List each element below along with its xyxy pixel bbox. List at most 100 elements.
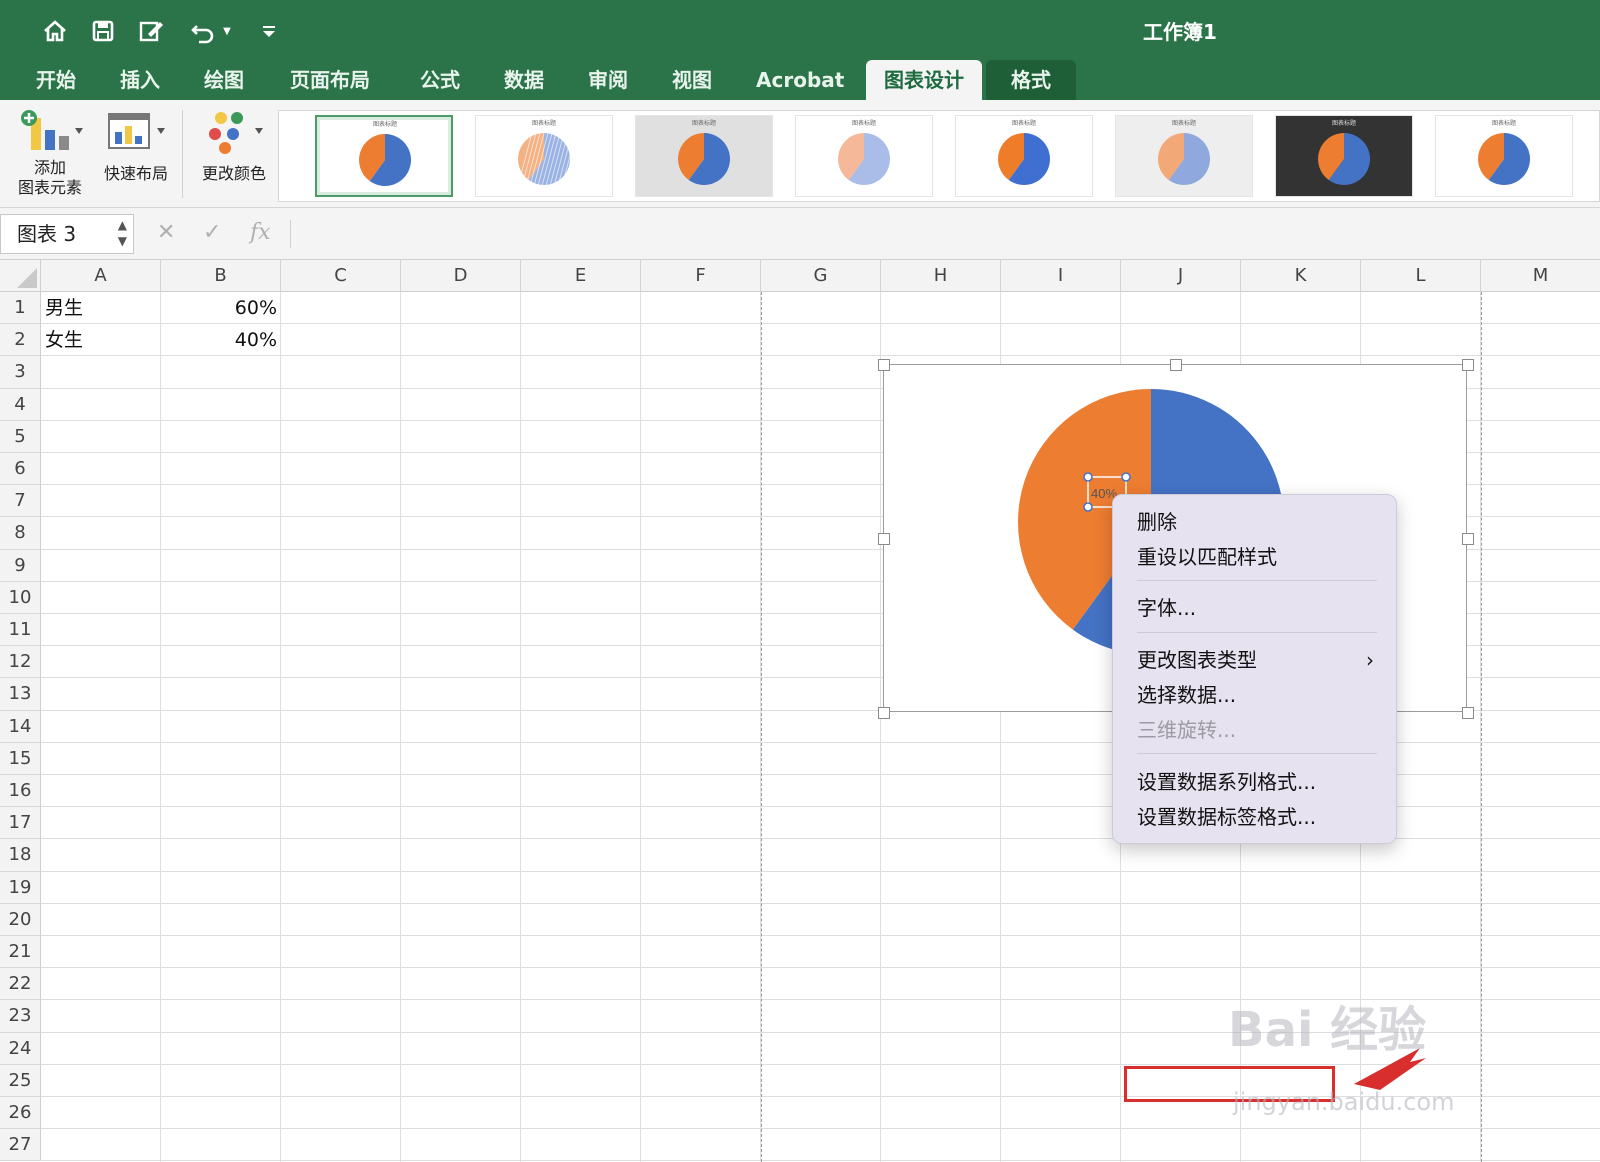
tab-insert[interactable]: 插入 <box>102 60 178 100</box>
column-header-B[interactable]: B <box>161 260 281 292</box>
row-header-5[interactable]: 5 <box>0 420 41 453</box>
row-header-13[interactable]: 13 <box>0 678 41 711</box>
column-header-K[interactable]: K <box>1241 260 1361 292</box>
column-header-H[interactable]: H <box>881 260 1001 292</box>
thumbnail-title: 图表标题 <box>1012 119 1036 127</box>
label-handle[interactable] <box>1083 502 1093 512</box>
tab-data[interactable]: 数据 <box>486 60 562 100</box>
chart-style-thumbnail-6[interactable]: 图表标题 <box>1115 115 1253 197</box>
customize-icon[interactable] <box>252 14 286 48</box>
row-header-26[interactable]: 26 <box>0 1097 41 1130</box>
add-chart-element-button[interactable]: 添加 图表元素 <box>12 108 88 198</box>
chart-resize-handle[interactable] <box>878 359 890 371</box>
tab-format[interactable]: 格式 <box>986 60 1076 100</box>
row-header-20[interactable]: 20 <box>0 903 41 936</box>
tab-page-layout[interactable]: 页面布局 <box>272 60 388 100</box>
row-header-11[interactable]: 11 <box>0 614 41 647</box>
label-handle[interactable] <box>1121 472 1131 482</box>
row-header-1[interactable]: 1 <box>0 292 41 325</box>
column-header-G[interactable]: G <box>761 260 881 292</box>
row-header-25[interactable]: 25 <box>0 1064 41 1097</box>
name-box[interactable]: 图表 3 ▲ ▼ <box>0 214 134 254</box>
tab-formulas[interactable]: 公式 <box>402 60 478 100</box>
menu-item-delete[interactable]: 删除 <box>1137 507 1177 537</box>
column-header-C[interactable]: C <box>281 260 401 292</box>
change-colors-button[interactable]: 更改颜色 <box>194 108 274 184</box>
cell-B1[interactable]: 60% <box>161 292 277 324</box>
enter-icon[interactable]: ✓ <box>203 220 221 245</box>
menu-item-reset-style[interactable]: 重设以匹配样式 <box>1137 542 1277 572</box>
select-all-corner[interactable] <box>0 260 41 292</box>
row-header-17[interactable]: 17 <box>0 807 41 840</box>
row-header-22[interactable]: 22 <box>0 968 41 1001</box>
row-header-9[interactable]: 9 <box>0 549 41 582</box>
row-header-3[interactable]: 3 <box>0 356 41 389</box>
menu-item-format-data-series[interactable]: 设置数据系列格式... <box>1137 767 1316 797</box>
chart-resize-handle[interactable] <box>1462 359 1474 371</box>
row-header-27[interactable]: 27 <box>0 1129 41 1162</box>
row-header-6[interactable]: 6 <box>0 453 41 486</box>
edit-icon[interactable] <box>134 14 168 48</box>
chart-resize-handle[interactable] <box>1462 707 1474 719</box>
cell-A1[interactable]: 男生 <box>45 292 159 324</box>
chart-resize-handle[interactable] <box>878 533 890 545</box>
column-header-E[interactable]: E <box>521 260 641 292</box>
column-header-J[interactable]: J <box>1121 260 1241 292</box>
menu-item-format-data-labels[interactable]: 设置数据标签格式... <box>1137 802 1316 832</box>
column-header-M[interactable]: M <box>1481 260 1600 292</box>
cell-B2[interactable]: 40% <box>161 324 277 356</box>
chart-style-thumbnail-3[interactable]: 图表标题 <box>635 115 773 197</box>
chart-style-thumbnail-2[interactable]: 图表标题 <box>475 115 613 197</box>
undo-dropdown-icon[interactable]: ▼ <box>223 26 231 37</box>
chart-resize-handle[interactable] <box>1170 359 1182 371</box>
chart-style-thumbnail-1[interactable]: 图表标题 <box>315 115 453 197</box>
tab-home[interactable]: 开始 <box>18 60 94 100</box>
chart-style-thumbnail-8[interactable]: 图表标题 <box>1435 115 1573 197</box>
tab-acrobat[interactable]: Acrobat <box>738 60 862 100</box>
column-header-L[interactable]: L <box>1361 260 1481 292</box>
column-header-A[interactable]: A <box>41 260 161 292</box>
thumbnail-title: 图表标题 <box>532 119 556 127</box>
column-header-I[interactable]: I <box>1001 260 1121 292</box>
cell-A2[interactable]: 女生 <box>45 324 159 356</box>
column-header-D[interactable]: D <box>401 260 521 292</box>
row-header-24[interactable]: 24 <box>0 1032 41 1065</box>
chart-resize-handle[interactable] <box>878 707 890 719</box>
row-header-23[interactable]: 23 <box>0 1000 41 1033</box>
tab-chart-design[interactable]: 图表设计 <box>866 60 982 100</box>
row-header-12[interactable]: 12 <box>0 646 41 679</box>
add-chart-element-icon <box>21 110 83 150</box>
tab-draw[interactable]: 绘图 <box>186 60 262 100</box>
column-header-F[interactable]: F <box>641 260 761 292</box>
grid-line <box>41 967 1600 969</box>
row-header-15[interactable]: 15 <box>0 742 41 775</box>
tab-review[interactable]: 审阅 <box>570 60 646 100</box>
menu-item-select-data[interactable]: 选择数据... <box>1137 680 1236 710</box>
home-icon[interactable] <box>38 14 72 48</box>
row-header-4[interactable]: 4 <box>0 388 41 421</box>
label-handle[interactable] <box>1083 472 1093 482</box>
row-header-18[interactable]: 18 <box>0 839 41 872</box>
row-header-16[interactable]: 16 <box>0 775 41 808</box>
menu-item-change-chart-type[interactable]: 更改图表类型 <box>1137 645 1257 675</box>
cancel-icon[interactable]: ✕ <box>157 220 175 245</box>
row-header-7[interactable]: 7 <box>0 485 41 518</box>
row-header-10[interactable]: 10 <box>0 581 41 614</box>
row-header-21[interactable]: 21 <box>0 936 41 969</box>
quick-layout-icon <box>108 113 165 149</box>
row-header-2[interactable]: 2 <box>0 324 41 357</box>
name-box-stepper-icon[interactable]: ▲ ▼ <box>118 217 127 249</box>
chart-style-thumbnail-5[interactable]: 图表标题 <box>955 115 1093 197</box>
save-icon[interactable] <box>86 14 120 48</box>
row-header-14[interactable]: 14 <box>0 710 41 743</box>
quick-layout-button[interactable]: 快速布局 <box>96 108 176 184</box>
insert-function-icon[interactable]: fx <box>250 220 271 245</box>
chart-resize-handle[interactable] <box>1462 533 1474 545</box>
undo-icon[interactable]: ▼ <box>184 14 236 48</box>
chart-style-thumbnail-7[interactable]: 图表标题 <box>1275 115 1413 197</box>
menu-item-font[interactable]: 字体... <box>1137 593 1196 623</box>
row-header-19[interactable]: 19 <box>0 871 41 904</box>
tab-view[interactable]: 视图 <box>654 60 730 100</box>
chart-style-thumbnail-4[interactable]: 图表标题 <box>795 115 933 197</box>
row-header-8[interactable]: 8 <box>0 517 41 550</box>
